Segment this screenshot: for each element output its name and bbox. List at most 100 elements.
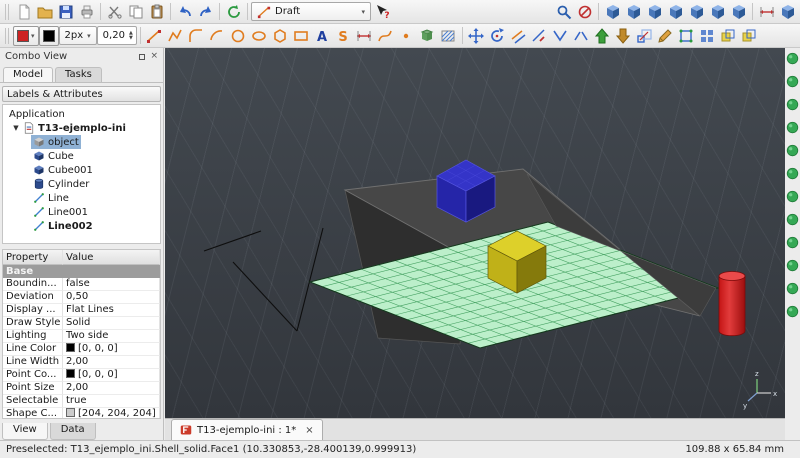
draft-mirror-button[interactable] [718, 25, 739, 46]
tab-data[interactable]: Data [49, 423, 96, 440]
tree-item-application[interactable]: Application [3, 107, 160, 121]
property-name[interactable]: Point Co... [3, 369, 63, 382]
expander-icon[interactable]: ▼ [11, 124, 21, 132]
print-button[interactable] [76, 1, 97, 22]
draft-hatch-button[interactable] [438, 25, 459, 46]
toolbar-grip[interactable] [5, 3, 10, 20]
rear-view-button[interactable] [686, 1, 707, 22]
snap-extension-button[interactable] [786, 167, 799, 180]
snap-angle-button[interactable] [786, 121, 799, 134]
draft-ellipse-button[interactable] [249, 25, 270, 46]
open-document-button[interactable] [34, 1, 55, 22]
draft-facebinder-button[interactable] [417, 25, 438, 46]
draft-upgrade-button[interactable] [592, 25, 613, 46]
property-value[interactable]: 0,50 [63, 291, 160, 304]
combo-view-titlebar[interactable]: Combo View × [0, 48, 163, 65]
property-name[interactable]: Draw Style [3, 317, 63, 330]
measure-distance-button[interactable] [756, 1, 777, 22]
tab-model[interactable]: Model [3, 67, 54, 82]
snap-parallel-button[interactable] [786, 190, 799, 203]
draft-split-button[interactable] [571, 25, 592, 46]
draft-dimension-button[interactable] [354, 25, 375, 46]
tree-item-cube[interactable]: Cube [3, 149, 160, 163]
property-value[interactable]: Solid [63, 317, 160, 330]
property-value[interactable]: [204, 204, 204] [63, 408, 160, 418]
draft-text-button[interactable] [312, 25, 333, 46]
draft-polygon-button[interactable] [270, 25, 291, 46]
draft-arc-button[interactable] [207, 25, 228, 46]
property-value[interactable]: Two side [63, 330, 160, 343]
draft-rotate-button[interactable] [487, 25, 508, 46]
tree-item-object[interactable]: object [3, 135, 160, 149]
draft-clone-button[interactable] [739, 25, 760, 46]
property-value[interactable]: 2,00 [63, 382, 160, 395]
draft-join-button[interactable] [550, 25, 571, 46]
refresh-button[interactable] [223, 1, 244, 22]
close-panel-icon[interactable]: × [150, 52, 158, 61]
property-value[interactable]: [0, 0, 0] [63, 369, 160, 382]
snap-endpoint-button[interactable] [786, 75, 799, 88]
float-panel-icon[interactable] [139, 53, 146, 60]
snap-grid-button[interactable] [786, 213, 799, 226]
labels-attributes-header[interactable]: Labels & Attributes [2, 86, 161, 102]
draft-shapestring-button[interactable] [333, 25, 354, 46]
property-group-base[interactable]: Base [3, 265, 160, 278]
workbench-selector[interactable]: Draft ▾ [251, 2, 371, 21]
paste-button[interactable] [146, 1, 167, 22]
draft-subelement-highlight-button[interactable] [676, 25, 697, 46]
tab-tasks[interactable]: Tasks [55, 67, 102, 82]
right-view-button[interactable] [665, 1, 686, 22]
copy-button[interactable] [125, 1, 146, 22]
isometric-view-button[interactable] [602, 1, 623, 22]
top-view-button[interactable] [644, 1, 665, 22]
draft-array-button[interactable] [697, 25, 718, 46]
text-scale-spinner[interactable]: 0,20 ▲ ▼ [96, 26, 137, 45]
property-name[interactable]: Lighting [3, 330, 63, 343]
tree-item-document[interactable]: ▼ T13-ejemplo-ini [3, 121, 160, 135]
property-value[interactable]: [0, 0, 0] [63, 343, 160, 356]
new-document-button[interactable] [13, 1, 34, 22]
property-value[interactable]: 2,00 [63, 356, 160, 369]
snap-working-plane-button[interactable] [786, 305, 799, 318]
line-color-picker[interactable]: ▾ [13, 25, 39, 46]
draft-edit-button[interactable] [655, 25, 676, 46]
property-value[interactable]: true [63, 395, 160, 408]
draft-fillet-button[interactable] [186, 25, 207, 46]
clipping-plane-button[interactable] [777, 1, 798, 22]
snap-center-button[interactable] [786, 144, 799, 157]
line-width-selector[interactable]: 2px ▾ [58, 26, 97, 45]
draft-move-button[interactable] [466, 25, 487, 46]
property-name[interactable]: Line Color [3, 343, 63, 356]
draw-style-button[interactable] [574, 1, 595, 22]
property-name[interactable]: Point Size [3, 382, 63, 395]
draft-bspline-button[interactable] [375, 25, 396, 46]
draft-scale-button[interactable] [634, 25, 655, 46]
front-view-button[interactable] [623, 1, 644, 22]
fit-all-button[interactable] [553, 1, 574, 22]
spinner-arrows-icon[interactable]: ▲ ▼ [129, 30, 133, 41]
property-name[interactable]: Line Width [3, 356, 63, 369]
property-name[interactable]: Selectable [3, 395, 63, 408]
3d-canvas[interactable]: z x y [165, 48, 785, 418]
property-name[interactable]: Boundin... [3, 278, 63, 291]
tree-item-cylinder[interactable]: Cylinder [3, 177, 160, 191]
property-value[interactable]: false [63, 278, 160, 291]
tree-item-line001[interactable]: Line001 [3, 205, 160, 219]
bottom-view-button[interactable] [707, 1, 728, 22]
snap-intersection-button[interactable] [786, 236, 799, 249]
draft-downgrade-button[interactable] [613, 25, 634, 46]
face-color-picker[interactable] [38, 25, 59, 46]
draft-polyline-button[interactable] [165, 25, 186, 46]
tree-item-cube001[interactable]: Cube001 [3, 163, 160, 177]
cut-button[interactable] [104, 1, 125, 22]
draft-point-button[interactable] [396, 25, 417, 46]
snap-lock-button[interactable] [786, 52, 799, 65]
value-column-header[interactable]: Value [63, 250, 160, 265]
tree-item-line002[interactable]: Line002 [3, 219, 160, 233]
property-value[interactable]: Flat Lines [63, 304, 160, 317]
draft-rectangle-button[interactable] [291, 25, 312, 46]
snap-midpoint-button[interactable] [786, 98, 799, 111]
snap-perpendicular-button[interactable] [786, 259, 799, 272]
property-name[interactable]: Deviation [3, 291, 63, 304]
draft-circle-button[interactable] [228, 25, 249, 46]
